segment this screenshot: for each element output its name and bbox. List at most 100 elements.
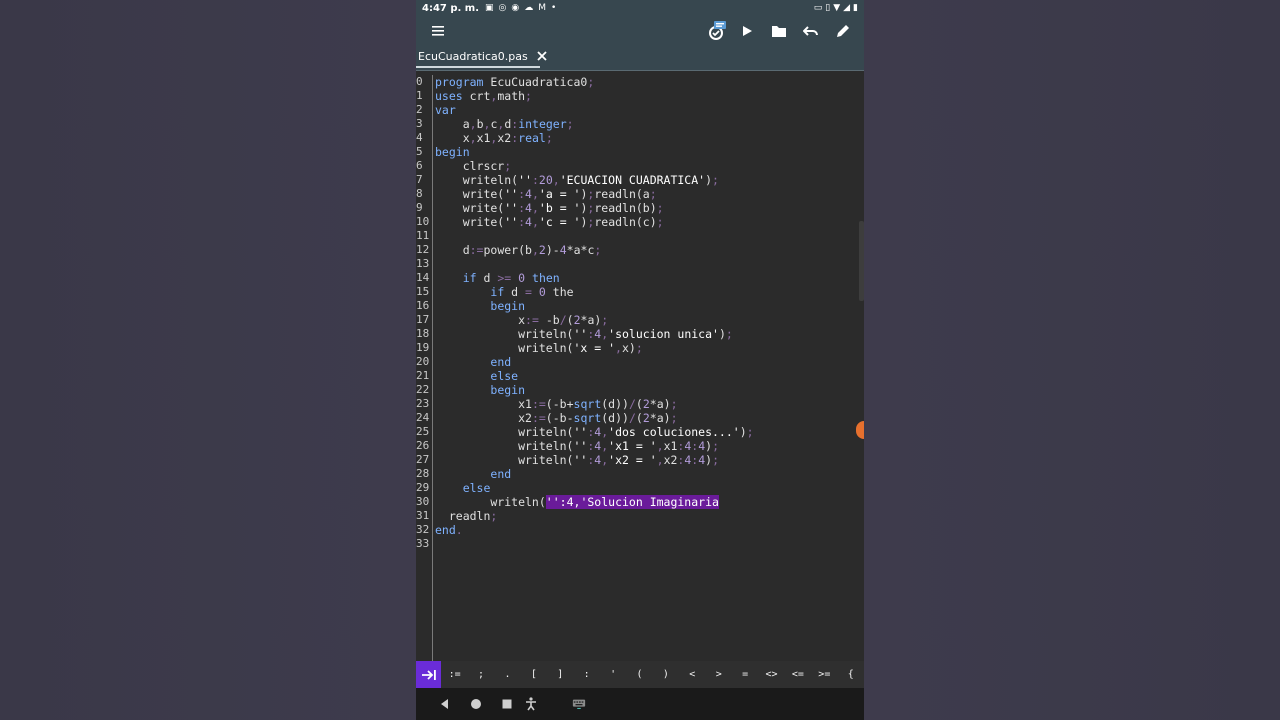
recents-icon[interactable] xyxy=(500,697,514,711)
home-icon[interactable] xyxy=(469,697,483,711)
undo-icon[interactable] xyxy=(800,20,822,42)
code-area[interactable]: program EcuCuadratica0; uses crt,math; v… xyxy=(435,75,860,661)
line-number: 27 xyxy=(416,453,430,466)
line-number: 29 xyxy=(416,481,430,494)
line-number: 5 xyxy=(416,145,423,158)
line-number: 9 xyxy=(416,201,423,214)
signal-icon: ◢ xyxy=(843,3,851,13)
code-line-6: clrscr; xyxy=(435,159,512,173)
keyboard-icon[interactable] xyxy=(572,697,586,711)
line-number-gutter: 0 1 2 3 4 5 6 7 8 9 10 11 12 13 14 15 16 17 18 19 20 21 22 23 24… xyxy=(416,75,433,661)
code-line-3: a,b,c,d:integer; xyxy=(435,117,574,131)
tab-ecucuadratica[interactable]: EcuCuadratica0.pas xyxy=(416,46,547,68)
line-number: 18 xyxy=(416,327,430,340)
symbol-key[interactable]: : xyxy=(573,669,599,680)
code-line-14: if d >= 0 then xyxy=(462,271,560,285)
fast-scroll-handle[interactable] xyxy=(859,221,864,301)
line-number: 14 xyxy=(416,271,430,284)
code-line-32: end. xyxy=(435,523,463,537)
menu-icon[interactable] xyxy=(430,22,448,40)
symbol-key[interactable]: ' xyxy=(600,669,626,680)
tab-arrow-icon[interactable] xyxy=(416,661,442,688)
dot-icon: • xyxy=(551,3,557,13)
phone-screen: 4:47 p. m. ▣ ◎ ◉ ☁ M • ▭ ▯ ▼ ◢ ▮ EcuCuad… xyxy=(416,0,864,720)
run-icon[interactable] xyxy=(736,20,758,42)
line-number: 16 xyxy=(416,299,430,312)
system-nav-bar xyxy=(416,688,864,720)
line-number: 13 xyxy=(416,257,430,270)
cloud-icon: ☁ xyxy=(524,3,534,13)
symbol-key[interactable]: := xyxy=(441,669,467,680)
floating-bubble-icon[interactable] xyxy=(856,421,864,439)
symbol-key[interactable]: . xyxy=(494,669,520,680)
symbol-key[interactable]: { xyxy=(838,669,864,680)
line-number: 8 xyxy=(416,187,423,200)
wifi-icon: ▼ xyxy=(833,3,841,13)
symbol-key[interactable]: <> xyxy=(758,669,784,680)
code-line-24: x2:=(-b-sqrt(d))/(2*a); xyxy=(435,411,678,425)
code-line-21: else xyxy=(490,369,519,383)
code-line-30: writeln('':4,'Solucion Imaginaria xyxy=(435,495,719,509)
code-line-26: writeln('':4,'x1 = ',x1:4:4); xyxy=(435,439,720,453)
symbol-key[interactable]: ) xyxy=(653,669,679,680)
back-icon[interactable] xyxy=(438,697,452,711)
battery-icon: ▮ xyxy=(853,3,858,13)
whatsapp-icon: ◎ xyxy=(498,3,507,13)
code-line-28: end xyxy=(490,467,512,481)
line-number: 21 xyxy=(416,369,430,382)
status-bar: 4:47 p. m. ▣ ◎ ◉ ☁ M • ▭ ▯ ▼ ◢ ▮ xyxy=(416,0,864,16)
code-line-7: writeln('':20,'ECUACION CUADRATICA'); xyxy=(435,173,719,187)
code-line-18: writeln('':4,'solucion unica'); xyxy=(435,327,733,341)
line-number: 4 xyxy=(416,131,423,144)
line-number: 12 xyxy=(416,243,430,256)
symbol-key[interactable]: ; xyxy=(468,669,494,680)
code-line-1: uses crt,math; xyxy=(435,89,532,103)
messenger-icon: ◉ xyxy=(511,3,520,13)
line-number: 25 xyxy=(416,425,430,438)
line-number: 11 xyxy=(416,229,430,242)
symbol-key[interactable]: >= xyxy=(811,669,837,680)
line-number: 31 xyxy=(416,509,430,522)
line-number: 33 xyxy=(416,537,430,550)
symbol-bar: :=;.[]: '() < > = <> <= >={ xyxy=(416,661,864,688)
code-line-2: var xyxy=(435,103,456,117)
accessibility-icon[interactable] xyxy=(524,697,538,711)
line-number: 32 xyxy=(416,523,430,536)
code-line-23: x1:=(-b+sqrt(d))/(2*a); xyxy=(435,397,678,411)
status-time: 4:47 p. m. xyxy=(422,2,480,14)
code-line-27: writeln('':4,'x2 = ',x2:4:4); xyxy=(435,453,720,467)
compile-icon[interactable] xyxy=(706,20,728,42)
vibrate-icon: ▯ xyxy=(825,3,831,13)
edit-icon[interactable] xyxy=(832,20,854,42)
file-tab-bar: EcuCuadratica0.pas xyxy=(416,46,864,71)
symbol-key[interactable]: ] xyxy=(547,669,573,680)
code-line-15: if d = 0 the xyxy=(490,285,574,299)
line-number: 24 xyxy=(416,411,430,424)
line-number: 1 xyxy=(416,89,423,102)
symbol-key[interactable]: [ xyxy=(521,669,547,680)
symbol-key[interactable]: < xyxy=(679,669,705,680)
cast-icon: ▭ xyxy=(813,3,823,13)
symbol-key[interactable]: <= xyxy=(785,669,811,680)
code-line-22: begin xyxy=(490,383,526,397)
notification-icons: ▣ ◎ ◉ ☁ M • xyxy=(485,3,556,13)
folder-icon[interactable] xyxy=(768,20,790,42)
line-number: 3 xyxy=(416,117,423,130)
code-editor[interactable]: 0 1 2 3 4 5 6 7 8 9 10 11 12 13 14 15 16 17 18 19 20 21 22 23 24… xyxy=(416,71,864,661)
line-number: 23 xyxy=(416,397,430,410)
symbol-key[interactable]: ( xyxy=(626,669,652,680)
symbol-key[interactable]: = xyxy=(732,669,758,680)
line-number: 6 xyxy=(416,159,423,172)
code-line-5: begin xyxy=(435,145,470,159)
close-icon[interactable] xyxy=(536,50,548,62)
code-line-0: program EcuCuadratica0; xyxy=(435,75,595,89)
system-icons: ▭ ▯ ▼ ◢ ▮ xyxy=(814,3,858,13)
line-number: 22 xyxy=(416,383,430,396)
line-number: 20 xyxy=(416,355,430,368)
line-number: 10 xyxy=(416,215,430,228)
code-line-19: writeln('x = ',x); xyxy=(435,341,643,355)
code-line-29: else xyxy=(462,481,491,495)
code-line-4: x,x1,x2:real; xyxy=(435,131,553,145)
line-number: 30 xyxy=(416,495,430,508)
symbol-key[interactable]: > xyxy=(706,669,732,680)
